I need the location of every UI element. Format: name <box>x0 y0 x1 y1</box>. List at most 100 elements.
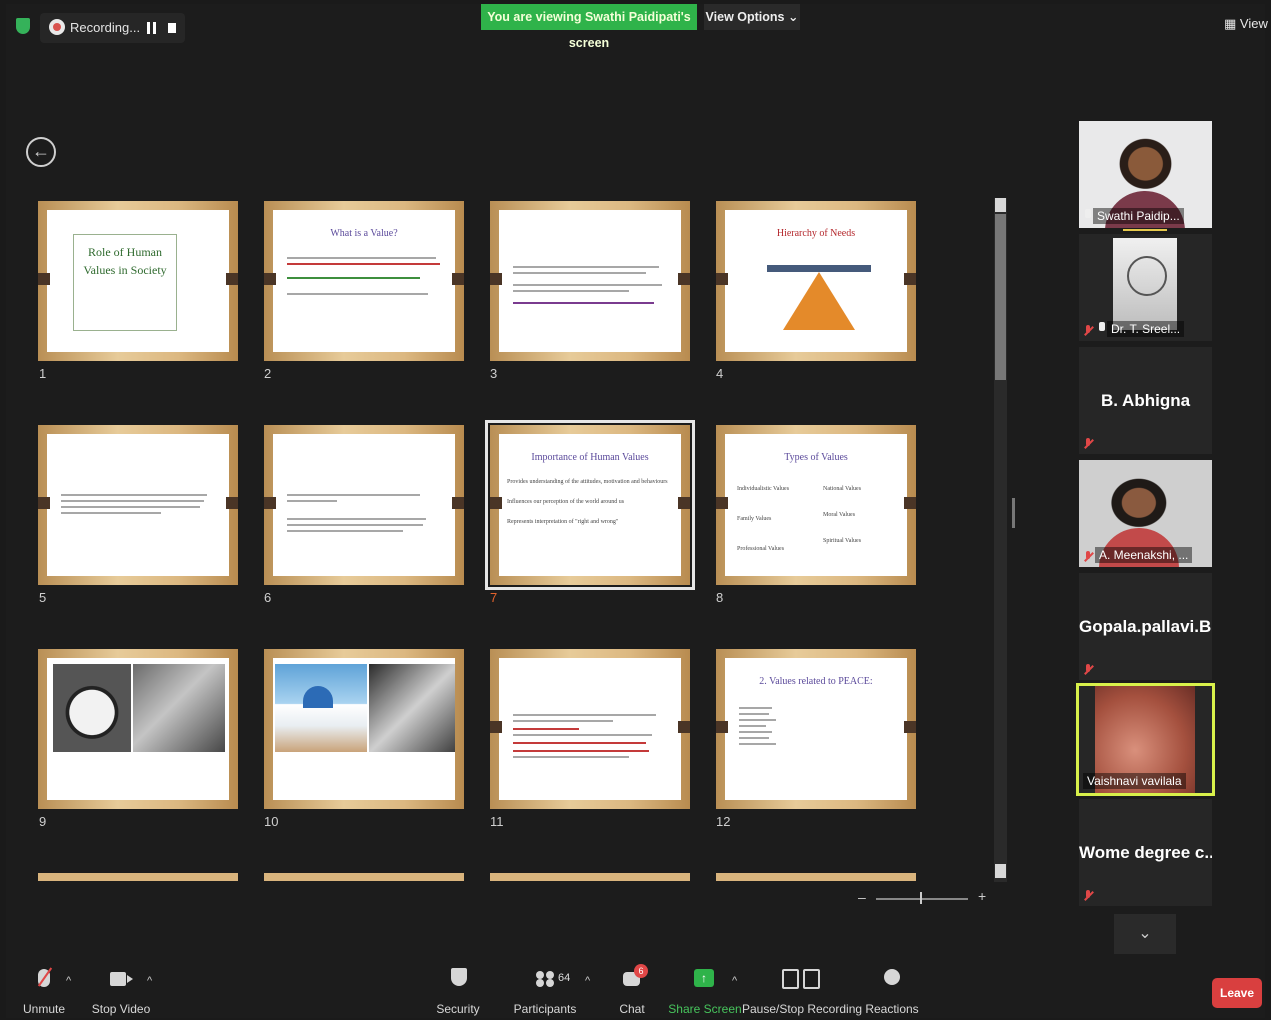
pin-icon <box>1099 322 1105 331</box>
slide-number: 2 <box>264 366 272 381</box>
share-screen-arrow-icon[interactable]: ↑ <box>694 969 714 987</box>
slide-number: 1 <box>39 366 47 381</box>
slide-number: 5 <box>39 590 47 605</box>
scroll-up-arrow-icon[interactable] <box>995 198 1006 212</box>
scroll-participants-down-icon[interactable]: ⌄ <box>1114 914 1176 954</box>
slide-thumbnail-10[interactable] <box>264 649 464 809</box>
audio-options-chevron-icon[interactable]: ^ <box>66 975 71 987</box>
holding-hands-photo <box>369 664 455 752</box>
participant-tile-video[interactable]: Swathi Paidip... <box>1079 121 1212 228</box>
security-shield-icon[interactable] <box>451 968 467 986</box>
slide-thumbnail-3[interactable] <box>490 201 690 361</box>
recording-icon <box>49 19 65 35</box>
participant-name: A. Meenakshi, ... <box>1095 547 1193 563</box>
slide-content: Role of Human Values in Society <box>47 210 229 352</box>
slide-content: What is a Value? <box>273 210 455 352</box>
participants-icon[interactable] <box>536 971 554 985</box>
zoom-in-icon[interactable]: + <box>978 888 986 904</box>
slide-thumbnail-8[interactable]: Types of Values Individualistic Values F… <box>716 425 916 585</box>
slide-thumbnail-2[interactable]: What is a Value? <box>264 201 464 361</box>
video-options-chevron-icon[interactable]: ^ <box>147 975 152 987</box>
slide-bullet: Represents interpretation of "right and … <box>507 519 619 525</box>
participant-tile[interactable]: Gopala.pallavi.B... <box>1079 573 1212 680</box>
college-emblem-image <box>1113 238 1177 330</box>
slide-number: 12 <box>716 814 731 829</box>
slide-title: What is a Value? <box>330 228 398 239</box>
slide-content <box>47 658 229 800</box>
stop-video-label: Stop Video <box>91 1002 151 1016</box>
slide-title: Role of Human Values in Society <box>83 245 167 277</box>
slide-thumbnail-16-partial[interactable] <box>716 873 916 881</box>
pause-stop-recording-label: Pause/Stop Recording <box>741 1002 863 1016</box>
slide-content: Types of Values Individualistic Values F… <box>725 434 907 576</box>
slide-title: Importance of Human Values <box>531 452 649 463</box>
slide-content: Importance of Human Values Provides unde… <box>499 434 681 576</box>
view-layout-button[interactable]: ▦ View <box>1224 16 1268 32</box>
leave-meeting-button[interactable]: Leave <box>1212 978 1262 1008</box>
share-options-chevron-icon[interactable]: ^ <box>732 975 737 987</box>
participant-tile[interactable]: B. Abhigna <box>1079 347 1212 454</box>
slide-bullet: Provides understanding of the attitudes,… <box>507 479 668 485</box>
back-arrow-icon[interactable]: ← <box>26 137 56 167</box>
zoom-slider-handle[interactable] <box>920 892 922 904</box>
slide-thumbnail-15-partial[interactable] <box>490 873 690 881</box>
slide-thumbnail-7[interactable]: Importance of Human Values Provides unde… <box>485 420 695 590</box>
slide-number: 11 <box>490 814 504 829</box>
slide-thumbnail-13-partial[interactable] <box>38 873 238 881</box>
participant-tile-active-speaker[interactable]: Vaishnavi vavilala <box>1076 683 1215 796</box>
zoom-out-icon[interactable]: – <box>858 889 866 905</box>
participant-name: Gopala.pallavi.B... <box>1079 617 1212 636</box>
microphone-muted-icon[interactable] <box>38 969 50 987</box>
participant-name: Dr. T. Sreel... <box>1107 321 1185 337</box>
recording-indicator: Recording... <box>40 13 185 43</box>
reactions-label: Reactions <box>865 1002 919 1016</box>
panel-splitter[interactable] <box>1012 498 1015 528</box>
participant-name: Vaishnavi vavilala <box>1083 773 1186 789</box>
scroll-down-arrow-icon[interactable] <box>995 864 1006 878</box>
mic-muted-icon <box>1083 438 1093 450</box>
participant-tile-video[interactable]: Dr. T. Sreel... <box>1079 234 1212 341</box>
stop-recording-icon[interactable] <box>168 23 176 33</box>
slide-thumbnail-4[interactable]: Hierarchy of Needs <box>716 201 916 361</box>
participant-tile[interactable]: Wome degree c... <box>1079 799 1212 906</box>
pause-recording-icon[interactable] <box>146 22 158 34</box>
slide-thumbnail-5[interactable] <box>38 425 238 585</box>
encryption-shield-icon[interactable] <box>16 18 30 34</box>
value-type: Professional Values <box>737 546 785 552</box>
slide-number: 4 <box>716 366 724 381</box>
participants-label: Participants <box>513 1002 577 1016</box>
unread-chat-badge: 6 <box>634 964 648 978</box>
slide-thumbnail-14-partial[interactable] <box>264 873 464 881</box>
slide-number: 10 <box>264 814 279 829</box>
zoom-slider[interactable] <box>876 898 968 900</box>
participant-name: Wome degree c... <box>1079 843 1212 862</box>
scrollbar-thumb[interactable] <box>995 214 1006 380</box>
mic-muted-icon <box>1083 890 1093 902</box>
slide-thumbnail-9[interactable] <box>38 649 238 809</box>
slide-title: Hierarchy of Needs <box>776 228 856 239</box>
slide-number-selected: 7 <box>490 590 498 605</box>
reactions-smiley-icon[interactable] <box>884 969 900 985</box>
diagram-title-band <box>767 265 871 272</box>
slide-content: Hierarchy of Needs <box>725 210 907 352</box>
slide-thumbnail-6[interactable] <box>264 425 464 585</box>
slide-thumbnail-11[interactable] <box>490 649 690 809</box>
pause-stop-recording-icon[interactable] <box>782 969 822 989</box>
value-type: National Values <box>823 486 862 492</box>
video-camera-icon[interactable] <box>110 972 133 986</box>
slide-number: 9 <box>39 814 47 829</box>
mic-muted-icon <box>1083 664 1093 676</box>
slide-thumbnail-1[interactable]: Role of Human Values in Society <box>38 201 238 361</box>
slide-number: 8 <box>716 590 724 605</box>
value-type: Family Values <box>737 516 772 522</box>
church-dome-photo <box>275 664 367 752</box>
slide-title: Types of Values <box>784 452 848 463</box>
slide-content: 2. Values related to PEACE: <box>725 658 907 800</box>
slide-thumbnail-12[interactable]: 2. Values related to PEACE: <box>716 649 916 809</box>
participant-tile-video[interactable]: A. Meenakshi, ... <box>1079 460 1212 567</box>
mic-muted-icon <box>1083 551 1093 563</box>
participants-options-chevron-icon[interactable]: ^ <box>585 975 590 987</box>
participant-name: Swathi Paidip... <box>1093 208 1184 224</box>
view-options-button[interactable]: View Options ⌄ <box>704 4 800 30</box>
slide-content <box>499 658 681 800</box>
